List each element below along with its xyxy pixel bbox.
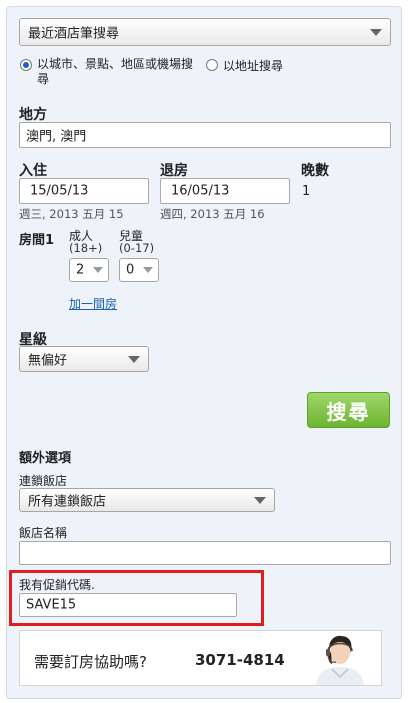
room-label: 房間1 bbox=[19, 233, 55, 248]
promo-code-input[interactable]: SAVE15 bbox=[19, 593, 237, 617]
destination-input[interactable]: 澳門, 澳門 bbox=[19, 122, 391, 148]
chain-select[interactable]: 所有連鎖飯店 bbox=[19, 488, 275, 512]
nights-label: 晚數 bbox=[301, 163, 329, 179]
radio-address-label[interactable]: 以地址搜尋 bbox=[223, 57, 283, 74]
radio-address[interactable] bbox=[206, 59, 218, 71]
destination-label: 地方 bbox=[19, 107, 47, 123]
checkin-value: 15/05/13 bbox=[30, 183, 89, 199]
star-value: 無偏好 bbox=[28, 353, 68, 369]
help-banner[interactable]: 需要訂房協助嗎? 3071-4814 bbox=[19, 630, 382, 686]
chain-label: 連鎖飯店 bbox=[19, 474, 68, 488]
chain-value: 所有連鎖飯店 bbox=[28, 494, 107, 510]
chevron-down-icon bbox=[254, 497, 266, 504]
checkin-label: 入住 bbox=[19, 163, 47, 179]
extra-options-title: 額外選項 bbox=[19, 451, 72, 466]
hotel-name-label: 飯店名稱 bbox=[19, 526, 68, 540]
search-button[interactable]: 搜尋 bbox=[307, 392, 390, 428]
promo-label: 我有促銷代碼. bbox=[19, 578, 95, 592]
checkout-value: 16/05/13 bbox=[171, 183, 230, 199]
add-room-link[interactable]: 加一間房 bbox=[69, 295, 117, 312]
search-type-select[interactable]: 最近酒店筆搜尋 bbox=[19, 18, 391, 46]
checkin-weekday: 週三, 2013 五月 15 bbox=[19, 207, 124, 221]
star-select[interactable]: 無偏好 bbox=[19, 346, 149, 372]
hotel-name-input[interactable] bbox=[19, 541, 391, 565]
chevron-down-icon bbox=[93, 267, 103, 273]
destination-value: 澳門, 澳門 bbox=[26, 129, 87, 145]
support-agent-icon bbox=[316, 635, 364, 685]
search-type-value: 最近酒店筆搜尋 bbox=[28, 26, 120, 42]
adults-select[interactable]: 2 bbox=[69, 258, 109, 282]
help-phone: 3071-4814 bbox=[195, 651, 285, 669]
checkout-input[interactable]: 16/05/13 bbox=[160, 178, 290, 204]
help-text: 需要訂房協助嗎? bbox=[34, 653, 147, 671]
promo-code-value: SAVE15 bbox=[26, 597, 77, 613]
chevron-down-icon bbox=[370, 29, 382, 36]
chevron-down-icon bbox=[143, 267, 153, 273]
chevron-down-icon bbox=[128, 356, 140, 363]
nights-value: 1 bbox=[302, 184, 311, 199]
adults-range: (18+) bbox=[69, 241, 103, 255]
radio-city-label[interactable]: 以城市、景點、地區或機場搜尋 bbox=[37, 57, 199, 87]
checkin-input[interactable]: 15/05/13 bbox=[19, 178, 149, 204]
checkout-weekday: 週四, 2013 五月 16 bbox=[160, 207, 265, 221]
children-select[interactable]: 0 bbox=[119, 258, 159, 282]
checkout-label: 退房 bbox=[160, 163, 188, 179]
adults-value: 2 bbox=[76, 262, 85, 278]
children-value: 0 bbox=[126, 262, 135, 278]
radio-city[interactable] bbox=[20, 59, 32, 71]
children-range: (0-17) bbox=[119, 241, 155, 255]
